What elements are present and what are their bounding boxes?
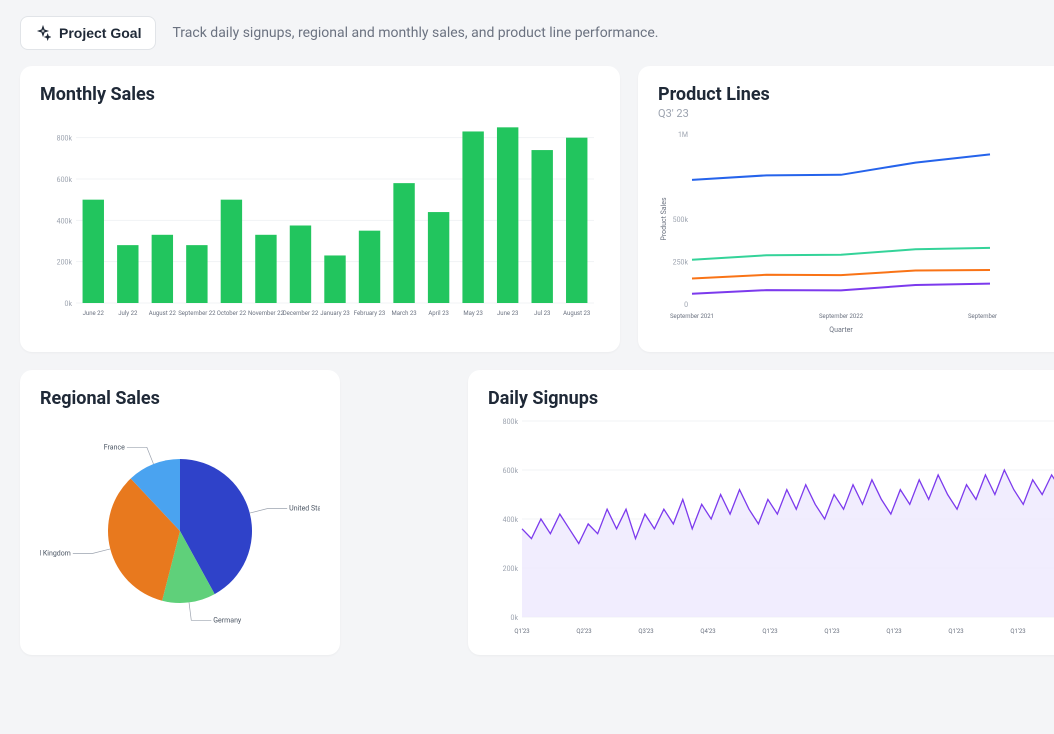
svg-text:600k: 600k (503, 467, 519, 475)
svg-text:Q1'23: Q1'23 (762, 628, 777, 635)
header-bar: Project Goal Track daily signups, region… (0, 0, 1054, 66)
svg-text:400k: 400k (57, 217, 73, 225)
svg-text:February 23: February 23 (354, 310, 386, 317)
svg-text:December 22: December 22 (283, 310, 319, 317)
svg-text:September 22: September 22 (178, 310, 216, 317)
svg-text:Jul 23: Jul 23 (534, 310, 550, 317)
svg-text:France: France (104, 443, 125, 451)
card-title-signups: Daily Signups (488, 388, 1054, 409)
project-goal-label: Project Goal (59, 25, 141, 41)
chart-product-lines: 0 250k 500k 1M Product Sales September 2021 Se… (658, 128, 1054, 338)
svg-text:January 23: January 23 (320, 310, 350, 317)
chart-daily-signups: 0k 200k 400k 600k 800k Q1'23 Q2'23 Q3'23 Q4'23 Q1… (488, 411, 1054, 641)
svg-text:September 2023: September 2023 (968, 313, 998, 320)
svg-text:September 2022: September 2022 (819, 313, 864, 320)
card-product-lines: Product Lines Q3' 23 0 250k 500k 1M Product … (638, 66, 1054, 352)
svg-text:Quarter: Quarter (829, 326, 853, 334)
svg-text:0k: 0k (65, 300, 73, 308)
svg-text:Q1'23: Q1'23 (514, 628, 529, 635)
svg-text:500k: 500k (673, 216, 689, 224)
card-monthly-sales: Monthly Sales 0k 200k 400k 600k 800k June 22 J… (20, 66, 620, 352)
svg-text:September 2021: September 2021 (670, 313, 714, 320)
dashboard-grid: Monthly Sales 0k 200k 400k 600k 800k June 22 J… (0, 66, 1054, 675)
card-title-monthly: Monthly Sales (40, 84, 600, 105)
svg-text:June 23: June 23 (497, 310, 518, 317)
svg-text:August 23: August 23 (563, 310, 590, 317)
svg-text:May 23: May 23 (463, 310, 483, 317)
svg-text:Q3'23: Q3'23 (638, 628, 653, 635)
card-title-regional: Regional Sales (40, 388, 320, 409)
svg-text:July 22: July 22 (118, 310, 138, 317)
card-subtitle-product: Q3' 23 (658, 107, 1054, 120)
chart-monthly-sales: 0k 200k 400k 600k 800k June 22 July 22 August 2… (40, 107, 600, 327)
svg-text:1M: 1M (678, 131, 688, 139)
svg-text:Q2'23: Q2'23 (576, 628, 591, 635)
svg-text:Germany: Germany (213, 616, 242, 624)
svg-text:800k: 800k (503, 418, 519, 426)
svg-text:March 23: March 23 (391, 310, 416, 317)
svg-text:United Kingdom: United Kingdom (40, 549, 71, 557)
svg-text:Q4'23: Q4'23 (700, 628, 715, 635)
svg-text:November 22: November 22 (248, 310, 284, 317)
project-goal-button[interactable]: Project Goal (20, 16, 156, 50)
svg-text:Q1'23: Q1'23 (1010, 628, 1025, 635)
svg-text:200k: 200k (503, 565, 519, 573)
svg-text:April 23: April 23 (428, 310, 448, 317)
svg-text:400k: 400k (503, 516, 519, 524)
svg-text:Q1'23: Q1'23 (948, 628, 963, 635)
svg-text:0k: 0k (511, 614, 519, 622)
svg-text:Product Sales: Product Sales (660, 197, 668, 241)
card-daily-signups: Daily Signups 0k 200k 400k 600k 800k Q1'23 Q2'… (468, 370, 1054, 655)
svg-text:October 22: October 22 (217, 310, 247, 317)
header-description: Track daily signups, regional and monthl… (172, 25, 658, 41)
card-title-product: Product Lines (658, 84, 1054, 105)
svg-text:200k: 200k (57, 259, 73, 267)
svg-text:United States: United States (289, 505, 320, 513)
svg-text:Q1'23: Q1'23 (886, 628, 901, 635)
card-regional-sales: Regional Sales United StatesGermanyUnite… (20, 370, 340, 655)
svg-text:August 22: August 22 (149, 310, 177, 317)
svg-text:800k: 800k (57, 135, 73, 143)
sparkle-icon (35, 25, 51, 41)
svg-text:600k: 600k (57, 176, 73, 184)
svg-text:Q1'23: Q1'23 (824, 628, 839, 635)
svg-text:June 22: June 22 (83, 310, 105, 317)
chart-regional-sales: United States Germany United Kingdom France (40, 411, 320, 641)
svg-text:0: 0 (684, 301, 688, 309)
svg-text:250k: 250k (673, 259, 689, 267)
